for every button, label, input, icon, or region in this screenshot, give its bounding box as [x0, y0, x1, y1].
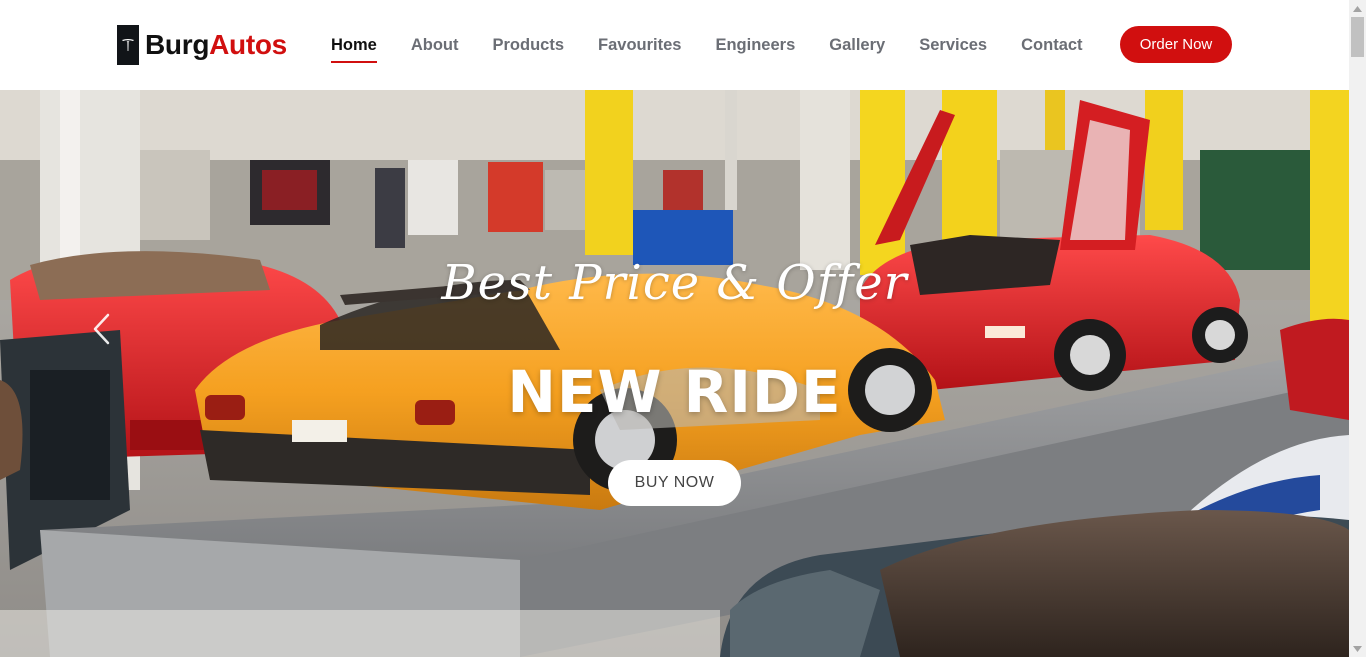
- nav-item-services[interactable]: Services: [919, 30, 987, 60]
- brand-logo[interactable]: BurgAutos: [117, 25, 287, 65]
- hero-title: NEW RIDE: [507, 358, 842, 426]
- nav-item-about[interactable]: About: [411, 30, 459, 60]
- nav-item-home[interactable]: Home: [331, 30, 377, 63]
- hero-subtitle: Best Price & Offer: [441, 255, 908, 311]
- nav-item-products[interactable]: Products: [493, 30, 565, 60]
- main-nav: Home About Products Favourites Engineers…: [331, 30, 1117, 63]
- nav-item-engineers[interactable]: Engineers: [715, 30, 795, 60]
- buy-now-button[interactable]: BUY NOW: [608, 460, 741, 506]
- scroll-up-arrow-icon[interactable]: [1349, 0, 1366, 17]
- nav-item-favourites[interactable]: Favourites: [598, 30, 681, 60]
- brand-name-part2: Autos: [209, 29, 287, 60]
- scroll-down-arrow-icon[interactable]: [1349, 640, 1366, 657]
- nav-item-contact[interactable]: Contact: [1021, 30, 1082, 60]
- site-header: BurgAutos Home About Products Favourites…: [0, 0, 1349, 90]
- order-now-button[interactable]: Order Now: [1120, 26, 1232, 63]
- tesla-logo-icon: [117, 25, 139, 65]
- hero-carousel: Best Price & Offer NEW RIDE BUY NOW: [0, 90, 1349, 657]
- nav-item-gallery[interactable]: Gallery: [829, 30, 885, 60]
- page-scrollbar[interactable]: [1349, 0, 1366, 657]
- scrollbar-thumb[interactable]: [1351, 17, 1364, 57]
- brand-name-part1: Burg: [145, 29, 210, 60]
- chevron-left-icon[interactable]: [90, 312, 114, 346]
